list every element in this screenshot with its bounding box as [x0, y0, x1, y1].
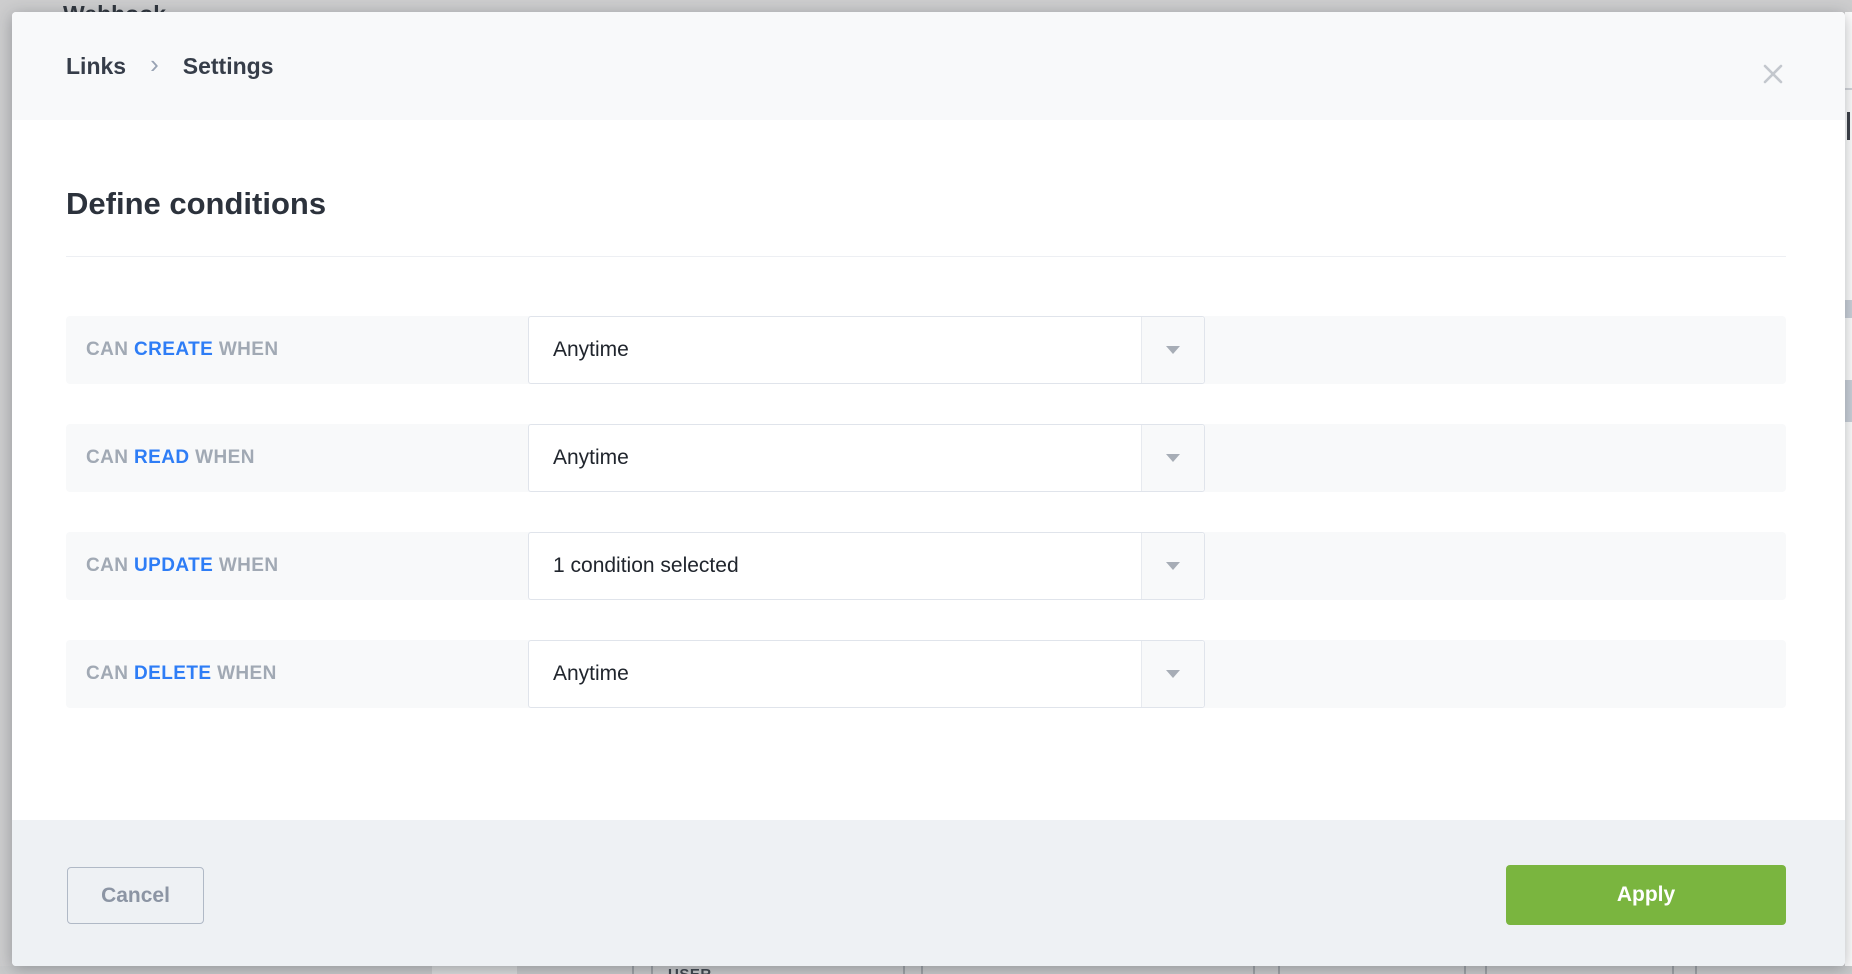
background-column-border: [1485, 966, 1487, 974]
delete-condition-dropdown[interactable]: Anytime: [528, 640, 1205, 708]
close-button[interactable]: [1749, 50, 1797, 98]
label-suffix: WHEN: [211, 663, 276, 685]
dropdown-selected-value: Anytime: [553, 425, 629, 491]
screen: Webhook USER Links › Settings: [0, 0, 1852, 974]
update-condition-dropdown[interactable]: 1 condition selected: [528, 532, 1205, 600]
chevron-down-icon: [1166, 346, 1180, 354]
permission-row-label: CAN UPDATE WHEN: [86, 532, 278, 600]
permission-row-update: CAN UPDATE WHEN 1 condition selected: [66, 532, 1786, 600]
label-action: UPDATE: [134, 555, 213, 577]
background-column-border: [1253, 966, 1255, 974]
background-row-fragment: [1845, 380, 1852, 422]
background-right-sliver: [1845, 12, 1852, 966]
breadcrumb-settings[interactable]: Settings: [183, 53, 274, 80]
background-row-fragment: [1845, 300, 1852, 318]
chevron-right-icon: ›: [150, 51, 159, 77]
permission-row-read: CAN READ WHEN Anytime: [66, 424, 1786, 492]
modal-header: Links › Settings: [12, 12, 1845, 120]
modal-footer: Cancel Apply: [12, 820, 1845, 966]
label-suffix: WHEN: [189, 447, 254, 469]
dropdown-toggle[interactable]: [1141, 533, 1204, 599]
permission-row-label: CAN DELETE WHEN: [86, 640, 277, 708]
permission-row-label: CAN CREATE WHEN: [86, 316, 278, 384]
dropdown-toggle[interactable]: [1141, 317, 1204, 383]
label-prefix: CAN: [86, 555, 134, 577]
background-text-fragment: [1847, 112, 1850, 140]
background-table-cell: [432, 966, 517, 974]
background-column-border: [651, 966, 653, 974]
read-condition-dropdown[interactable]: Anytime: [528, 424, 1205, 492]
label-prefix: CAN: [86, 663, 134, 685]
dropdown-selected-value: Anytime: [553, 317, 629, 383]
title-divider: [66, 256, 1786, 257]
breadcrumb-links[interactable]: Links: [66, 53, 126, 80]
permission-row-delete: CAN DELETE WHEN Anytime: [66, 640, 1786, 708]
dropdown-toggle[interactable]: [1141, 641, 1204, 707]
background-column-border: [921, 966, 923, 974]
chevron-down-icon: [1166, 454, 1180, 462]
label-prefix: CAN: [86, 339, 134, 361]
background-table-header-user: USER: [668, 966, 712, 974]
background-column-border: [1672, 966, 1674, 974]
label-action: CREATE: [134, 339, 213, 361]
background-column-border: [1278, 966, 1280, 974]
page-title: Define conditions: [66, 186, 326, 222]
background-column-border: [632, 966, 634, 974]
label-suffix: WHEN: [213, 555, 278, 577]
label-prefix: CAN: [86, 447, 134, 469]
settings-modal: Links › Settings Define conditions CAN C…: [12, 12, 1845, 966]
cancel-button[interactable]: Cancel: [67, 867, 204, 924]
label-action: READ: [134, 447, 189, 469]
background-table-strip: USER: [0, 966, 1852, 974]
permission-row-create: CAN CREATE WHEN Anytime: [66, 316, 1786, 384]
apply-button[interactable]: Apply: [1506, 865, 1786, 925]
chevron-down-icon: [1166, 562, 1180, 570]
close-icon: [1761, 62, 1785, 86]
create-condition-dropdown[interactable]: Anytime: [528, 316, 1205, 384]
breadcrumb: Links › Settings: [66, 12, 273, 120]
dropdown-selected-value: 1 condition selected: [553, 533, 739, 599]
background-divider-fragment: [1845, 88, 1852, 90]
dropdown-selected-value: Anytime: [553, 641, 629, 707]
background-column-border: [1695, 966, 1697, 974]
dropdown-toggle[interactable]: [1141, 425, 1204, 491]
label-suffix: WHEN: [213, 339, 278, 361]
chevron-down-icon: [1166, 670, 1180, 678]
label-action: DELETE: [134, 663, 211, 685]
background-column-border: [903, 966, 905, 974]
permission-row-label: CAN READ WHEN: [86, 424, 255, 492]
background-column-border: [1464, 966, 1466, 974]
